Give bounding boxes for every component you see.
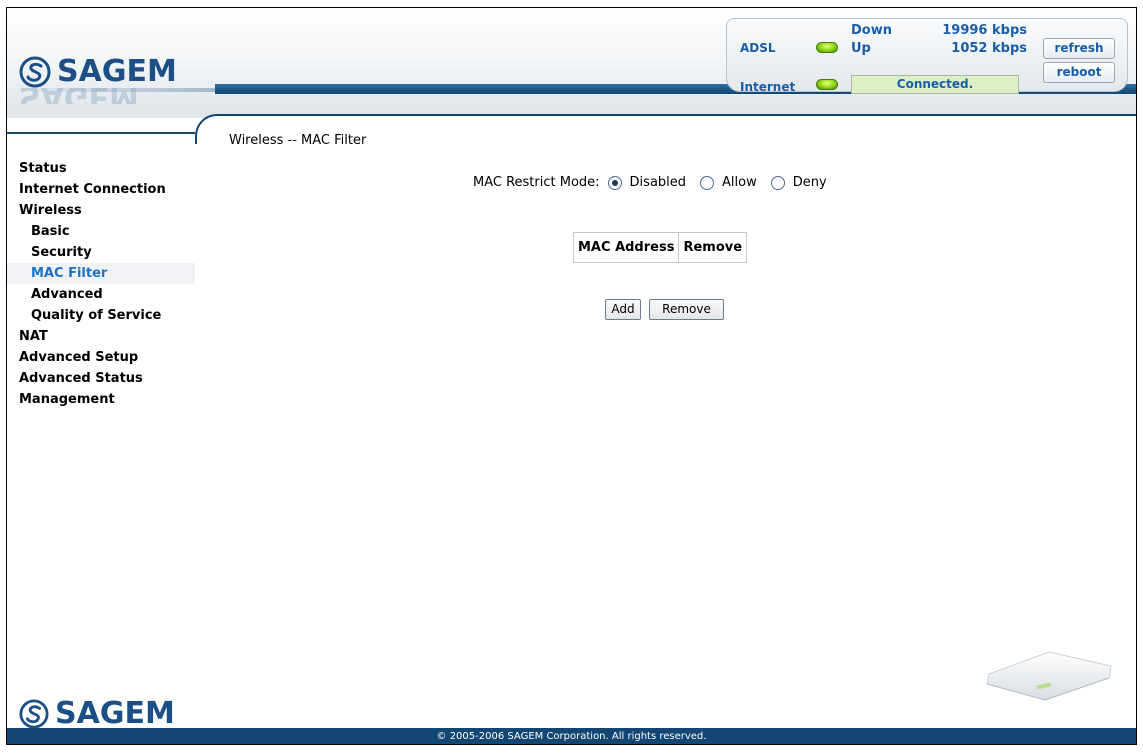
nav-item-wireless-basic[interactable]: Basic: [7, 221, 195, 242]
adsl-label: ADSL: [740, 41, 776, 55]
sagem-logo[interactable]: SAGEM: [19, 54, 177, 89]
mode-allow-radio[interactable]: [700, 175, 715, 190]
mode-deny-radio[interactable]: [770, 175, 785, 190]
logo-text: SAGEM: [57, 54, 177, 89]
logo-text: SAGEM: [55, 696, 175, 731]
column-mac-address: MAC Address: [572, 232, 680, 263]
mode-disabled-radio[interactable]: [607, 175, 622, 190]
mac-restrict-mode: MAC Restrict Mode: Disabled Allow Deny: [473, 175, 833, 190]
mode-deny-label: Deny: [792, 175, 827, 190]
down-value: 19996 kbps: [942, 23, 1027, 38]
table-header-row: MAC Address Remove: [572, 232, 748, 263]
nav-item-wireless-qos[interactable]: Quality of Service: [7, 305, 195, 326]
reboot-button[interactable]: reboot: [1043, 62, 1115, 83]
connection-status: Connected.: [851, 75, 1019, 94]
remove-button[interactable]: Remove: [649, 299, 724, 320]
line-rates: Down 19996 kbps Up 1052 kbps: [851, 23, 1031, 59]
add-button[interactable]: Add: [605, 299, 641, 320]
header: SAGEM SAGEM ADSL Internet Down 19996 kbp…: [7, 8, 1136, 118]
nav-item-wireless[interactable]: Wireless: [7, 200, 195, 221]
mode-disabled-label: Disabled: [629, 175, 687, 190]
mode-allow-label: Allow: [722, 175, 757, 190]
footer-copyright: © 2005-2006 SAGEM Corporation. All right…: [7, 728, 1136, 744]
up-label: Up: [851, 41, 871, 56]
sagem-swirl-icon: [19, 698, 49, 729]
internet-label: Internet: [740, 80, 796, 94]
connection-status-panel: ADSL Internet Down 19996 kbps Up 1052 kb…: [726, 18, 1128, 94]
nav-item-advanced-status[interactable]: Advanced Status: [7, 368, 195, 389]
header-bar-fade: [7, 88, 215, 92]
down-label: Down: [851, 23, 892, 38]
adsl-led-icon: [816, 42, 838, 53]
nav-item-status[interactable]: Status: [7, 158, 195, 179]
sagem-logo-bottom: SAGEM: [19, 696, 175, 731]
nav-item-management[interactable]: Management: [7, 389, 195, 410]
sidebar-separator: [7, 132, 195, 134]
sagem-swirl-icon: [19, 56, 51, 88]
router-device-image: [979, 644, 1119, 704]
content-panel: [197, 116, 1136, 726]
nav-item-wireless-security[interactable]: Security: [7, 242, 195, 263]
nav-item-nat[interactable]: NAT: [7, 326, 195, 347]
refresh-button[interactable]: refresh: [1043, 38, 1115, 59]
down-rate-row: Down 19996 kbps: [851, 23, 1031, 41]
mac-address-table: MAC Address Remove: [572, 232, 748, 263]
sidebar-nav: Status Internet Connection Wireless Basi…: [7, 158, 195, 410]
router-admin-page: SAGEM SAGEM ADSL Internet Down 19996 kbp…: [6, 7, 1137, 745]
nav-item-wireless-advanced[interactable]: Advanced: [7, 284, 195, 305]
column-remove: Remove: [678, 232, 748, 263]
up-value: 1052 kbps: [951, 41, 1027, 56]
internet-led-icon: [816, 79, 838, 90]
nav-item-advanced-setup[interactable]: Advanced Setup: [7, 347, 195, 368]
page-title: Wireless -- MAC Filter: [229, 133, 367, 148]
nav-item-internet-connection[interactable]: Internet Connection: [7, 179, 195, 200]
up-rate-row: Up 1052 kbps: [851, 41, 1031, 59]
nav-item-wireless-mac-filter[interactable]: MAC Filter: [7, 263, 195, 284]
mac-restrict-mode-label: MAC Restrict Mode:: [473, 175, 600, 190]
